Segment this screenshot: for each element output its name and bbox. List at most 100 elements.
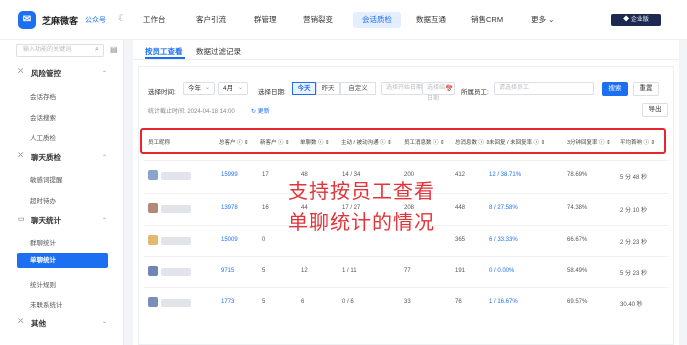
chat-inspection-icon: ⛌ bbox=[18, 152, 24, 159]
date-label: 选择日期: bbox=[258, 89, 286, 96]
tab-divider bbox=[133, 59, 679, 60]
cell-avg-first-response: 30.40 秒 bbox=[620, 302, 643, 308]
cell-staff-messages: 77 bbox=[404, 268, 411, 274]
chevron-up-icon[interactable]: ⌃ bbox=[102, 70, 107, 77]
sidebar-group-other[interactable]: 其他 bbox=[31, 318, 46, 329]
overlay-line-1: 支持按员工查看 bbox=[288, 179, 435, 203]
cell-3min-reply-rate: 69.57% bbox=[567, 299, 588, 305]
th-3min-reply-rate[interactable]: 3分钟回复率 ⓘ ⇕ bbox=[567, 138, 611, 146]
row-divider bbox=[144, 287, 668, 288]
cell-avg-first-response: 2 分 10 秒 bbox=[620, 208, 648, 214]
top-nav-group-management[interactable]: 群管理 bbox=[254, 12, 277, 28]
th-new-customers[interactable]: 新客户 ⓘ ⇕ bbox=[260, 138, 290, 146]
top-nav-marketing[interactable]: 营销裂变 bbox=[303, 12, 333, 28]
top-nav-data-sync[interactable]: 数据互通 bbox=[416, 12, 446, 28]
app-logo[interactable]: ✉ bbox=[18, 11, 36, 29]
moon-icon[interactable]: ☾ bbox=[118, 13, 126, 24]
cell-single-chats: 12 bbox=[301, 268, 308, 274]
blurred-staff-name bbox=[161, 205, 191, 213]
top-nav-sales-crm[interactable]: 销售CRM bbox=[471, 12, 503, 28]
sidebar-item-session-search[interactable]: 会话搜索 bbox=[30, 112, 56, 122]
th-total-messages[interactable]: 总消息数 ⓘ ⇕ bbox=[455, 138, 490, 146]
sidebar-search-input[interactable]: 输入功能的关键词 bbox=[16, 44, 104, 57]
cell-total-customers[interactable]: 15009 bbox=[221, 237, 238, 243]
cell-total-customers[interactable]: 13978 bbox=[221, 205, 238, 211]
chevron-up-icon[interactable]: ⌃ bbox=[102, 154, 107, 161]
cell-unreplied[interactable]: 1 / 16.67% bbox=[489, 299, 518, 305]
reset-button[interactable]: 重置 bbox=[633, 82, 659, 96]
th-unreplied[interactable]: 未回复 / 未回复率 ⓘ ⇕ bbox=[489, 138, 545, 146]
sidebar-toggle-icon[interactable]: ▤ bbox=[110, 45, 118, 54]
sidebar-item-session-archive[interactable]: 会话存档 bbox=[30, 91, 56, 101]
staff-select[interactable]: 请选择员工 bbox=[494, 82, 594, 95]
cell-total-messages: 191 bbox=[455, 268, 466, 274]
cell-total-customers[interactable]: 1773 bbox=[221, 299, 234, 305]
date-today-button[interactable]: 今天 bbox=[292, 82, 316, 95]
th-staff-messages[interactable]: 员工消息数 ⓘ ⇕ bbox=[404, 138, 445, 146]
top-nav-customer-acquisition[interactable]: 客户引流 bbox=[196, 12, 226, 28]
year-select[interactable]: 今年 ⌄ bbox=[183, 82, 215, 95]
sidebar-group-chat-stats[interactable]: 聊天统计 bbox=[31, 215, 61, 226]
chevron-down-icon[interactable]: ⌄ bbox=[102, 318, 107, 325]
blurred-staff-name bbox=[161, 268, 191, 276]
tab-filter-records[interactable]: 数据过滤记录 bbox=[196, 46, 241, 57]
cell-avg-first-response: 2 分 23 秒 bbox=[620, 240, 648, 246]
cell-total-messages: 76 bbox=[455, 299, 462, 305]
cell-avg-first-response: 5 分 23 秒 bbox=[620, 271, 648, 277]
cell-unreplied[interactable]: 6 / 33.33% bbox=[489, 237, 518, 243]
risk-control-icon: ⛌ bbox=[18, 68, 24, 75]
th-single-chats[interactable]: 单聊数 ⓘ ⇕ bbox=[300, 138, 330, 146]
chevron-up-icon[interactable]: ⌃ bbox=[102, 217, 107, 224]
date-custom-button[interactable]: 自定义 bbox=[340, 82, 376, 95]
export-button[interactable]: 导出 bbox=[642, 103, 668, 117]
cell-active-passive: 0 / 6 bbox=[342, 299, 354, 305]
blurred-staff-name bbox=[161, 237, 191, 245]
calendar-icon[interactable]: 📅 bbox=[445, 85, 453, 93]
tab-by-staff[interactable]: 按员工查看 bbox=[145, 46, 183, 57]
sidebar-item-manual-inspection[interactable]: 人工质检 bbox=[30, 132, 56, 142]
th-total-customers[interactable]: 总客户 ⓘ ⇕ bbox=[219, 138, 249, 146]
active-tab-indicator bbox=[145, 57, 185, 59]
overlay-line-2: 单聊统计的情况 bbox=[288, 210, 435, 234]
month-select[interactable]: 4月 ⌄ bbox=[218, 82, 248, 95]
date-yesterday-button[interactable]: 昨天 bbox=[316, 82, 340, 95]
cell-total-customers[interactable]: 9715 bbox=[221, 268, 234, 274]
cell-total-messages: 448 bbox=[455, 205, 466, 211]
sidebar-item-uncontacted-stats[interactable]: 未联系统计 bbox=[30, 299, 63, 309]
sidebar-item-group-stats[interactable]: 群聊统计 bbox=[30, 237, 56, 247]
sidebar-item-sensitive-words[interactable]: 敏感词提醒 bbox=[30, 174, 63, 184]
cell-3min-reply-rate: 58.49% bbox=[567, 268, 588, 274]
top-nav-workbench[interactable]: 工作台 bbox=[143, 12, 166, 28]
enterprise-badge[interactable]: ◆ 企业版 bbox=[611, 14, 661, 26]
sidebar-group-risk-control[interactable]: 风险管控 bbox=[31, 68, 61, 79]
cell-new-customers: 5 bbox=[262, 268, 266, 274]
search-icon[interactable]: ⌕ bbox=[95, 46, 99, 54]
cell-new-customers: 17 bbox=[262, 172, 269, 178]
top-nav-session-quality[interactable]: 会话质检 bbox=[353, 12, 401, 28]
sidebar-item-stat-rules[interactable]: 统计规则 bbox=[30, 279, 56, 289]
start-date-input[interactable]: 选择开始日期 bbox=[381, 82, 423, 95]
avatar bbox=[148, 203, 158, 213]
row-divider bbox=[144, 256, 668, 257]
th-active-passive[interactable]: 主动 / 被动沟通 ⓘ ⇕ bbox=[341, 138, 392, 146]
other-icon: ⛌ bbox=[18, 318, 24, 325]
cell-unreplied[interactable]: 0 / 0.00% bbox=[489, 268, 514, 274]
top-nav-more[interactable]: 更多 ⌄ bbox=[531, 12, 554, 28]
cell-avg-first-response: 5 分 48 秒 bbox=[620, 175, 648, 181]
refresh-link[interactable]: ↻ 更新 bbox=[251, 106, 270, 115]
cell-active-passive: 1 / 11 bbox=[342, 268, 357, 274]
cell-total-customers[interactable]: 15999 bbox=[221, 172, 238, 178]
cell-staff-messages: 33 bbox=[404, 299, 411, 305]
brand-sub-link[interactable]: 公众号 bbox=[85, 15, 106, 25]
cell-unreplied[interactable]: 8 / 27.58% bbox=[489, 205, 518, 211]
cell-new-customers: 16 bbox=[262, 205, 269, 211]
avatar bbox=[148, 266, 158, 276]
brand-name: 芝麻微客 bbox=[42, 16, 79, 26]
th-avg-first-response[interactable]: 平均首响 ⓘ ⇕ bbox=[620, 138, 655, 146]
search-button[interactable]: 搜索 bbox=[602, 82, 628, 96]
sidebar-item-timeout-todo[interactable]: 超时待办 bbox=[30, 195, 56, 205]
sidebar-group-chat-inspection[interactable]: 聊天质检 bbox=[31, 152, 61, 163]
avatar bbox=[148, 235, 158, 245]
cell-unreplied[interactable]: 12 / 38.71% bbox=[489, 172, 521, 178]
sidebar-item-single-chat-stats[interactable]: 单聊统计 bbox=[17, 253, 108, 268]
